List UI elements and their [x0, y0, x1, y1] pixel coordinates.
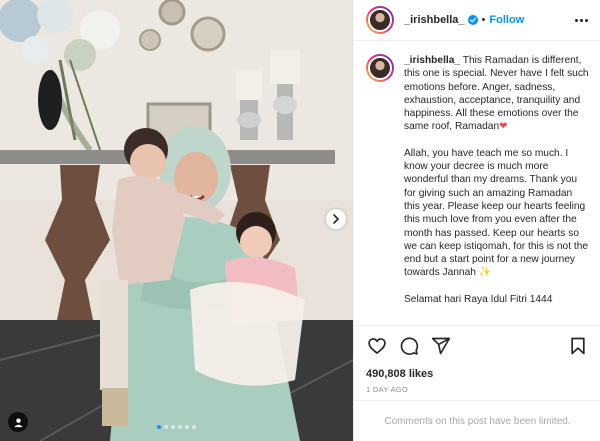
- post-actions: 490,808 likes 1 DAY AGO: [354, 325, 600, 394]
- post-header: _irishbella_ • Follow: [354, 0, 600, 41]
- carousel-dot: [164, 425, 168, 429]
- carousel-indicator: [0, 425, 353, 429]
- separator-dot: •: [481, 14, 486, 26]
- carousel-dot: [178, 425, 182, 429]
- caption-text: _irishbella_ This Ramadan is different, …: [404, 54, 589, 325]
- carousel-dot: [192, 425, 196, 429]
- save-button[interactable]: [567, 335, 589, 357]
- comment-button[interactable]: [398, 335, 420, 357]
- like-button[interactable]: [366, 335, 388, 357]
- tagged-users-button[interactable]: [8, 412, 28, 432]
- comments-limited-notice: Comments on this post have been limited.: [354, 400, 600, 441]
- more-options-icon[interactable]: [575, 18, 588, 22]
- bookmark-icon: [571, 337, 585, 355]
- caption-paragraph-2: Allah, you have teach me so much. I know…: [404, 147, 589, 279]
- share-button[interactable]: [430, 335, 452, 357]
- verified-badge-icon: [467, 15, 478, 25]
- carousel-dot: [171, 425, 175, 429]
- heart-emoji: ❤: [499, 121, 508, 133]
- avatar[interactable]: [366, 6, 394, 34]
- post-photo[interactable]: [0, 0, 353, 441]
- post-details-panel: _irishbella_ • Follow _irishbella_ This …: [353, 0, 600, 441]
- carousel-dot: [157, 425, 161, 429]
- caption-avatar[interactable]: [366, 54, 394, 82]
- share-icon: [431, 337, 451, 355]
- family-photo-image: [0, 0, 353, 441]
- follow-button[interactable]: Follow: [489, 14, 524, 26]
- heart-icon: [368, 338, 386, 354]
- likes-count[interactable]: 490,808 likes: [366, 368, 589, 380]
- caption-section: _irishbella_ This Ramadan is different, …: [354, 41, 600, 325]
- carousel-dot: [185, 425, 189, 429]
- sparkle-emoji: ✨: [478, 267, 492, 279]
- chevron-right-icon: [333, 214, 340, 224]
- caption-paragraph-1: This Ramadan is different, this one is s…: [404, 55, 589, 133]
- user-tag-icon: [13, 417, 23, 427]
- caption-paragraph-3: Selamat hari Raya Idul Fitri 1444: [404, 293, 553, 305]
- caption-username-link[interactable]: _irishbella_: [404, 55, 460, 66]
- post-timestamp[interactable]: 1 DAY AGO: [366, 385, 589, 394]
- username-link[interactable]: _irishbella_: [404, 14, 465, 26]
- comment-icon: [400, 337, 419, 355]
- carousel-next-button[interactable]: [326, 209, 346, 229]
